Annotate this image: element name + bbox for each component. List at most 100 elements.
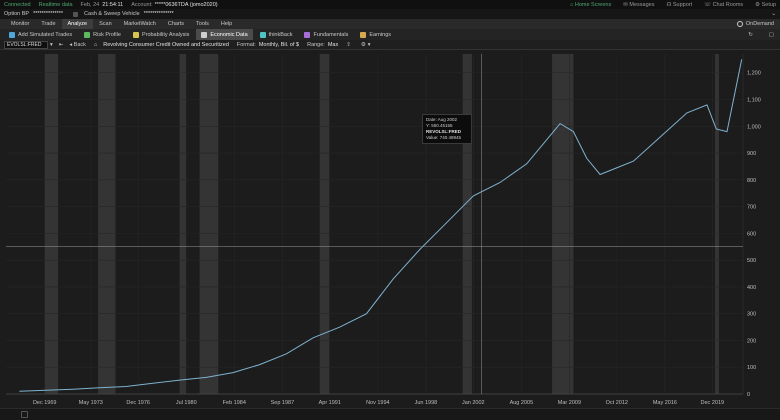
session-time: 21:54:11 [102,1,124,8]
tab-tools[interactable]: Tools [190,19,215,29]
tab-help[interactable]: Help [215,19,238,29]
chart-settings-icon[interactable]: ⚙ [361,42,366,48]
probability-icon [132,31,139,38]
home-nav-icon[interactable]: ⌂ [94,42,97,48]
recession-band [98,54,116,394]
cash-sweep-value: ************** [143,11,174,17]
connection-status: Connected [4,1,31,8]
recession-band [199,54,219,394]
x-tick-label: Dec 1969 [33,400,57,406]
messages-button[interactable]: ✉ Messages [623,2,654,8]
subtab-probability-analysis[interactable]: Probability Analysis [128,29,194,40]
series-line [19,59,743,392]
back-button[interactable]: ◂ Back [69,42,86,48]
y-tick-label: 300 [747,312,756,318]
crosshair-tooltip: Date: Aug 2002 Y: 550.45155 REVOLSL:FRED… [422,114,472,144]
subtab-label: Risk Profile [93,31,121,38]
recession-band [44,54,59,394]
chart-toolbar: EVOLSL:FRED ▾ ⇤ ◂ Back ⌂ Revolving Consu… [0,40,780,50]
subtab-risk-profile[interactable]: Risk Profile [79,29,126,40]
format-label: Format: [236,41,256,48]
subtab-economic-data[interactable]: Economic Data [196,29,253,40]
y-tick-label: 800 [747,178,756,184]
recession-band [462,54,472,394]
economic-data-icon [201,31,208,38]
account-selector[interactable]: *****0636TDA (jomo2020) [155,2,218,8]
main-tab-list: Monitor Trade Analyze Scan MarketWatch Charts… [5,19,238,29]
tab-monitor[interactable]: Monitor [5,19,35,29]
y-tick-label: 1,000 [747,124,761,130]
subtab-add-simulated-trades[interactable]: Add Simulated Trades [4,29,77,40]
range-label: Range: [307,41,325,48]
earnings-icon [360,31,367,38]
x-tick-label: Dec 2019 [701,400,725,406]
history-back-icon[interactable]: ⇤ [59,42,64,48]
zoom-handle-icon[interactable] [21,411,28,418]
status-bar: Connected Realtime data Feb, 24 21:54:11… [0,0,780,9]
plus-icon [9,31,15,38]
tab-charts[interactable]: Charts [162,19,190,29]
share-icon[interactable]: ⇪ [346,42,351,48]
y-tick-label: 500 [747,258,756,264]
tooltip-date-label: Date: [426,117,437,122]
risk-profile-icon [84,31,91,38]
y-tick-label: 600 [747,231,756,237]
realtime-status: Realtime data [38,1,73,8]
x-tick-label: Sep 1987 [271,400,295,406]
window-icon[interactable]: ▢ [769,32,774,38]
y-tick-label: 900 [747,151,756,157]
economic-data-chart[interactable]: 0 100 200 300 400 500 600 700 800 900 1,000 1,100 1,… [0,50,780,408]
x-tick-label: Dec 1976 [126,400,150,406]
envelope-icon: ✉ [623,1,628,8]
support-button[interactable]: ☊ Support [666,2,692,8]
chat-rooms-button[interactable]: ☏ Chat Rooms [704,2,743,8]
y-tick-label: 0 [747,392,750,398]
symbol-input[interactable]: EVOLSL:FRED [4,40,48,49]
subtab-label: Fundamentals [313,31,349,38]
tab-analyze[interactable]: Analyze [61,19,94,29]
subtab-earnings[interactable]: Earnings [355,29,396,40]
tooltip-date-value: Aug 2002 [437,117,458,122]
settings-dropdown-icon[interactable]: ▾ [368,42,371,48]
y-tick-label: 400 [747,285,756,291]
x-tick-label: Jan 2002 [462,400,485,406]
analyze-subtabs: Add Simulated Trades Risk Profile Probabil… [0,29,780,40]
y-tick-label: 700 [747,205,756,211]
recession-band [179,54,187,394]
arrow-left-icon: ◂ [69,41,73,48]
tooltip-y-label: Y: [426,123,431,128]
x-tick-label: Apr 1991 [319,400,341,406]
tooltip-y-value: 550.45155 [431,123,453,128]
subtab-list: Add Simulated Trades Risk Profile Probabil… [4,29,396,40]
x-tick-label: Aug 2005 [510,400,534,406]
tab-trade[interactable]: Trade [35,19,61,29]
subtab-label: Probability Analysis [141,31,190,38]
y-tick-label: 1,100 [747,98,761,104]
tab-scan[interactable]: Scan [93,19,118,29]
chart-canvas[interactable]: 0 100 200 300 400 500 600 700 800 900 1,000 1,100 1,… [0,50,780,408]
subtab-thinkback[interactable]: thinkBack [255,29,298,40]
tab-marketwatch[interactable]: MarketWatch [118,19,162,29]
y-tick-label: 200 [747,338,756,344]
x-tick-label: Nov 1994 [366,400,390,406]
collapse-icon[interactable]: ⌄ [771,11,776,17]
ondemand-button[interactable]: OnDemand [736,21,774,27]
x-tick-label: Jul 1980 [176,400,197,406]
ondemand-icon [736,21,743,27]
subtab-label: Economic Data [210,31,248,38]
home-screens-button[interactable]: ⌂ Home Screens [570,2,611,8]
subtab-fundamentals[interactable]: Fundamentals [299,29,353,40]
account-label: Account: [131,1,153,8]
tooltip-value-label: Value: [426,135,439,140]
range-selector[interactable]: Max [328,42,338,48]
symbol-dropdown-icon[interactable]: ▾ [50,42,53,48]
format-selector[interactable]: Monthly, Bil. of $ [259,42,299,48]
gear-icon: ⚙ [755,1,761,8]
chart-scrollbar[interactable] [0,408,780,420]
setup-button[interactable]: ⚙ Setup [755,2,776,8]
y-tick-label: 1,200 [747,71,761,77]
subtab-label: thinkBack [268,31,293,38]
y-tick-label: 100 [747,365,756,371]
refresh-icon[interactable]: ↻ [748,32,753,38]
chat-icon: ☏ [704,1,712,8]
